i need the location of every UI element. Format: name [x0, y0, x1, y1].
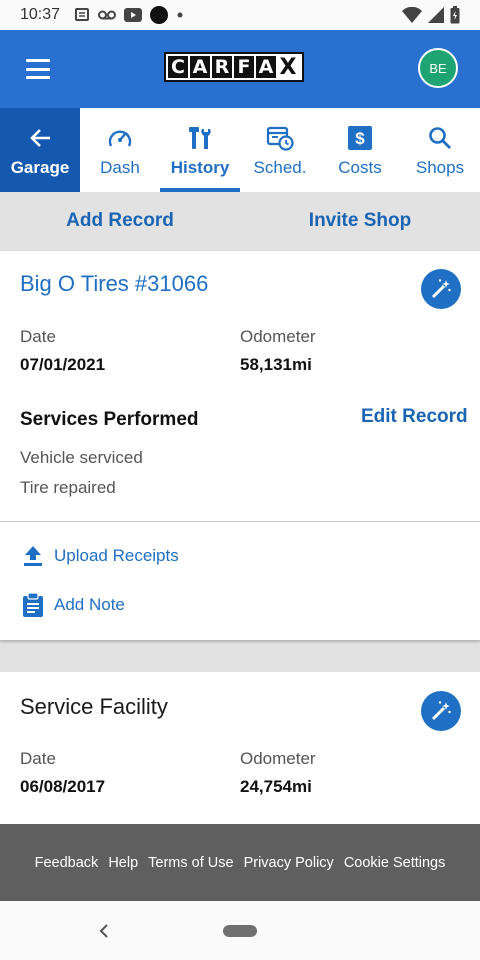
wifi-icon [402, 7, 422, 23]
odometer-value: 58,131mi [240, 355, 312, 374]
logo-letter: C [168, 56, 188, 78]
tab-bar: Garage Dash History Sched. $ Costs Shops [0, 108, 480, 192]
footer-link-help[interactable]: Help [108, 855, 138, 871]
voicemail-icon [98, 10, 117, 20]
invite-shop-button[interactable]: Invite Shop [240, 192, 480, 250]
add-note-label: Add Note [54, 595, 125, 614]
footer-link-privacy[interactable]: Privacy Policy [244, 855, 334, 871]
arrow-left-icon [30, 129, 50, 147]
magic-wand-icon [431, 701, 451, 721]
service-item: Tire repaired [20, 478, 116, 497]
upload-receipts-button[interactable]: Upload Receipts [22, 545, 179, 567]
date-label: Date [20, 749, 56, 768]
calendar-clock-icon [266, 126, 294, 151]
add-note-button[interactable]: Add Note [22, 593, 125, 617]
logo-letter: X [278, 54, 298, 80]
system-icons [402, 6, 460, 24]
divider [0, 521, 480, 522]
upload-receipts-label: Upload Receipts [54, 546, 179, 565]
message-icon [75, 8, 90, 21]
tab-history[interactable]: History [160, 108, 240, 192]
svg-text:$: $ [355, 129, 365, 148]
tab-dash[interactable]: Dash [80, 108, 160, 192]
clipboard-icon [23, 593, 43, 617]
magic-wand-icon [431, 279, 451, 299]
record-card: Service Facility Date 06/08/2017 Odomete… [0, 672, 480, 824]
record-card: Big O Tires #31066 Date 07/01/2021 Odome… [0, 251, 480, 641]
footer-link-feedback[interactable]: Feedback [35, 855, 99, 871]
footer-link-terms[interactable]: Terms of Use [148, 855, 233, 871]
odometer-value: 24,754mi [240, 777, 312, 796]
record-title[interactable]: Service Facility [20, 694, 168, 720]
dollar-icon: $ [348, 126, 372, 150]
odometer-label: Odometer [240, 327, 316, 346]
notification-icons [74, 6, 184, 24]
tab-label: Garage [10, 158, 70, 177]
edit-record-link[interactable]: Edit Record [361, 406, 468, 428]
youtube-icon [124, 8, 143, 22]
tab-label: Shops [415, 158, 465, 177]
speedometer-icon [108, 130, 132, 147]
odometer-label: Odometer [240, 749, 316, 768]
date-label: Date [20, 327, 56, 346]
circle-icon [150, 6, 169, 24]
app-bar: C A R F A X BE [0, 30, 480, 108]
wrench-icon [189, 127, 211, 149]
date-value: 07/01/2021 [20, 355, 106, 374]
menu-icon[interactable] [26, 59, 50, 79]
system-nav-bar [0, 901, 480, 960]
tab-label: Sched. [253, 158, 307, 177]
logo-letter: F [234, 56, 254, 78]
services-title: Services Performed [20, 409, 199, 430]
actions-row: Add Record Invite Shop [0, 192, 480, 250]
tab-label: History [170, 158, 230, 177]
service-item: Vehicle serviced [20, 448, 143, 467]
logo-letter: A [256, 56, 276, 78]
status-time: 10:37 [20, 6, 61, 23]
date-value: 06/08/2017 [20, 777, 106, 796]
back-icon[interactable] [98, 921, 110, 941]
add-record-button[interactable]: Add Record [0, 192, 240, 250]
dot-icon [177, 12, 183, 18]
footer: Feedback Help Terms of Use Privacy Polic… [0, 824, 480, 901]
carfax-logo: C A R F A X [164, 52, 304, 82]
avatar[interactable]: BE [418, 48, 458, 88]
status-bar: 10:37 [0, 0, 480, 30]
upload-icon [24, 546, 42, 566]
logo-letter: R [212, 56, 232, 78]
battery-icon [450, 6, 460, 24]
home-pill[interactable] [223, 925, 257, 937]
tab-shops[interactable]: Shops [400, 108, 480, 192]
signal-icon [428, 7, 444, 23]
magic-wand-button[interactable] [421, 691, 461, 731]
logo-letter: A [190, 56, 210, 78]
magic-wand-button[interactable] [421, 269, 461, 309]
tab-costs[interactable]: $ Costs [320, 108, 400, 192]
footer-link-cookies[interactable]: Cookie Settings [344, 855, 446, 871]
tab-label: Costs [338, 158, 382, 177]
tab-garage[interactable]: Garage [0, 108, 80, 192]
tab-schedule[interactable]: Sched. [240, 108, 320, 192]
record-title[interactable]: Big O Tires #31066 [20, 271, 208, 297]
tab-label: Dash [100, 158, 140, 177]
search-icon [429, 127, 451, 149]
